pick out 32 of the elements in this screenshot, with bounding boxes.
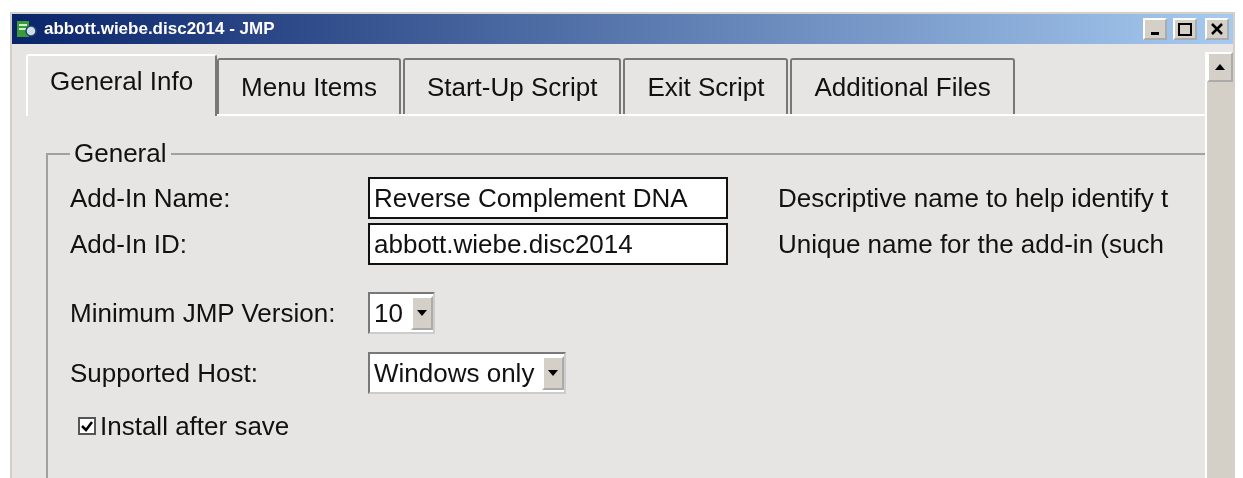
field-description: Descriptive name to help identify t bbox=[778, 182, 1169, 214]
scroll-up-button[interactable] bbox=[1207, 52, 1233, 82]
minimize-button[interactable] bbox=[1143, 18, 1167, 40]
text-field[interactable]: Reverse Complement DNA bbox=[368, 177, 728, 219]
field-label: Supported Host: bbox=[70, 357, 259, 389]
dropdown-arrow-icon bbox=[416, 310, 427, 316]
scroll-up-icon bbox=[1215, 64, 1225, 70]
tab[interactable]: Additional Files bbox=[790, 58, 1015, 114]
checkbox[interactable] bbox=[78, 417, 96, 435]
field-label: Add-In ID: bbox=[70, 228, 189, 260]
check-icon bbox=[81, 420, 93, 432]
close-icon bbox=[1211, 23, 1223, 35]
dropdown[interactable]: Windows only bbox=[368, 352, 567, 394]
checkbox-label: Install after save bbox=[100, 410, 290, 442]
tab[interactable]: Menu Items bbox=[217, 58, 401, 114]
maximize-icon bbox=[1178, 22, 1192, 36]
dropdown-arrow-icon bbox=[548, 370, 559, 376]
close-button[interactable] bbox=[1205, 18, 1229, 40]
scrollbar[interactable] bbox=[1205, 52, 1233, 478]
minimize-icon bbox=[1151, 31, 1159, 35]
group-title: General bbox=[73, 138, 168, 169]
field-description: Unique name for the add-in (such bbox=[778, 228, 1164, 260]
window-title: abbott.wiebe.disc2014 - JMP bbox=[44, 19, 276, 39]
tab[interactable]: Exit Script bbox=[623, 58, 789, 114]
dropdown[interactable]: 10 bbox=[368, 292, 435, 334]
field-label: Add-In Name: bbox=[70, 182, 232, 214]
field-label: Minimum JMP Version: bbox=[70, 297, 337, 329]
tab[interactable]: Start-Up Script bbox=[402, 58, 622, 114]
app-icon bbox=[16, 19, 38, 39]
text-field[interactable]: abbott.wiebe.disc2014 bbox=[368, 223, 728, 265]
tab[interactable]: General Info bbox=[26, 54, 218, 116]
maximize-button[interactable] bbox=[1173, 18, 1197, 40]
